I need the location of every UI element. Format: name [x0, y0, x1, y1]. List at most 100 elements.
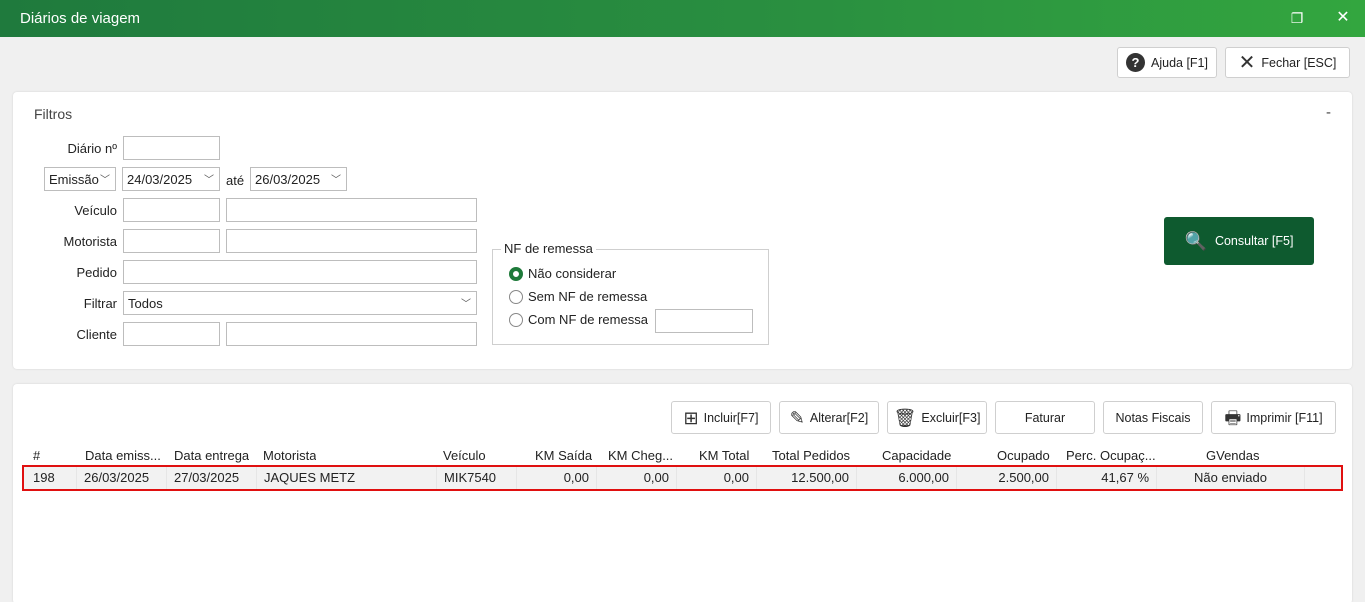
results-panel: ⊞ Incluir[F7] ✎ Alterar[F2] 🗑 Excluir[F3…	[13, 384, 1352, 602]
column-header[interactable]: Ocupado	[997, 448, 1050, 463]
cliente-label: Cliente	[76, 327, 117, 342]
radio-unchecked-icon	[509, 312, 523, 327]
consultar-label: Consultar [F5]	[1214, 234, 1294, 248]
table-header: # Data emiss... Data entrega Motorista V…	[13, 448, 1352, 464]
table-row[interactable]: 198 26/03/2025 27/03/2025 JAQUES METZ MI…	[22, 465, 1343, 491]
alterar-label: Alterar[F2]	[809, 410, 869, 425]
collapse-icon[interactable]: -	[1326, 104, 1331, 121]
filtrar-value: Todos	[128, 296, 163, 311]
date-type-value: Emissão	[49, 172, 99, 187]
close-window-icon[interactable]: ✕	[1333, 8, 1353, 28]
faturar-button[interactable]: Faturar	[995, 401, 1095, 434]
radio-label: Sem NF de remessa	[528, 289, 648, 304]
notas-fiscais-label: Notas Fiscais	[1115, 410, 1191, 425]
faturar-label: Faturar	[1024, 410, 1066, 425]
notas-fiscais-button[interactable]: Notas Fiscais	[1103, 401, 1203, 434]
close-button-label: Fechar [ESC]	[1261, 55, 1337, 70]
cell-gvendas: Não enviado	[1157, 467, 1305, 489]
search-icon: 🔍	[1184, 230, 1207, 251]
chevron-down-icon: ﹀	[204, 175, 214, 186]
veiculo-label: Veículo	[74, 203, 117, 218]
radio-nao-considerar[interactable]: Não considerar	[509, 266, 616, 281]
column-header[interactable]: Motorista	[263, 448, 316, 463]
motorista-code-input[interactable]	[123, 229, 220, 253]
date-from-value: 24/03/2025	[127, 172, 193, 187]
imprimir-button[interactable]: 🖶 Imprimir [F11]	[1211, 401, 1336, 434]
date-to-value: 26/03/2025	[255, 172, 321, 187]
radio-com-nf[interactable]: Com NF de remessa	[509, 312, 648, 327]
date-from-select[interactable]: 24/03/2025 ﹀	[122, 167, 220, 191]
edit-icon: ✎	[789, 407, 805, 428]
veiculo-code-input[interactable]	[123, 198, 220, 222]
motorista-name-input[interactable]	[226, 229, 477, 253]
incluir-label: Incluir[F7]	[703, 410, 759, 425]
column-header[interactable]: KM Cheg...	[608, 448, 675, 463]
trash-icon: 🗑	[893, 407, 917, 428]
cell-motorista: JAQUES METZ	[257, 467, 437, 489]
filtrar-label: Filtrar	[83, 296, 117, 311]
printer-icon: 🖶	[1224, 407, 1242, 428]
com-nf-input[interactable]	[655, 309, 753, 333]
consultar-button[interactable]: 🔍 Consultar [F5]	[1164, 217, 1314, 265]
ate-label: até	[226, 173, 245, 188]
diario-input[interactable]	[123, 136, 220, 160]
date-type-select[interactable]: Emissão ﹀	[44, 167, 116, 191]
date-to-select[interactable]: 26/03/2025 ﹀	[250, 167, 347, 191]
radio-checked-icon	[509, 266, 523, 281]
column-header[interactable]: Veículo	[443, 448, 486, 463]
filtrar-select[interactable]: Todos ﹀	[123, 291, 477, 315]
pedido-input[interactable]	[123, 260, 477, 284]
radio-label: Não considerar	[528, 266, 617, 281]
cell-veiculo: MIK7540	[437, 467, 517, 489]
filters-panel: Filtros - Diário nº Emissão ﹀ 24/03/2025…	[13, 92, 1352, 369]
column-header[interactable]: GVendas	[1206, 448, 1260, 463]
title-bar: Diários de viagem ❐ ✕	[0, 0, 1365, 37]
diario-label: Diário nº	[67, 141, 117, 156]
restore-icon[interactable]: ❐	[1287, 8, 1307, 28]
incluir-button[interactable]: ⊞ Incluir[F7]	[671, 401, 771, 434]
excluir-label: Excluir[F3]	[921, 410, 981, 425]
motorista-label: Motorista	[63, 234, 117, 249]
close-icon: ✕	[1238, 51, 1256, 74]
cliente-code-input[interactable]	[123, 322, 220, 346]
cell-entrega: 27/03/2025	[167, 467, 257, 489]
column-header[interactable]: KM Total	[699, 448, 749, 463]
window-title: Diários de viagem	[20, 10, 141, 27]
cell-perc: 41,67 %	[1057, 467, 1157, 489]
column-header[interactable]: KM Saída	[535, 448, 592, 463]
column-header[interactable]: #	[33, 448, 40, 463]
column-header[interactable]: Capacidade	[882, 448, 951, 463]
radio-sem-nf[interactable]: Sem NF de remessa	[509, 289, 647, 304]
help-button[interactable]: ? Ajuda [F1]	[1117, 47, 1217, 78]
column-header[interactable]: Perc. Ocupaç...	[1066, 448, 1156, 463]
cell-total-pedidos: 12.500,00	[757, 467, 857, 489]
excluir-button[interactable]: 🗑 Excluir[F3]	[887, 401, 987, 434]
radio-label: Com NF de remessa	[528, 312, 648, 327]
chevron-down-icon: ﹀	[100, 175, 110, 186]
nf-remessa-legend: NF de remessa	[501, 241, 596, 256]
close-button[interactable]: ✕ Fechar [ESC]	[1225, 47, 1350, 78]
veiculo-name-input[interactable]	[226, 198, 477, 222]
column-header[interactable]: Data entrega	[174, 448, 249, 463]
nf-remessa-group: NF de remessa Não considerar Sem NF de r…	[492, 241, 769, 345]
cliente-name-input[interactable]	[226, 322, 477, 346]
add-icon: ⊞	[683, 407, 699, 428]
column-header[interactable]: Data emiss...	[85, 448, 163, 463]
pedido-label: Pedido	[76, 265, 117, 280]
column-header[interactable]: Total Pedidos	[772, 448, 850, 463]
help-button-label: Ajuda [F1]	[1151, 55, 1208, 70]
filters-title: Filtros	[34, 106, 73, 122]
alterar-button[interactable]: ✎ Alterar[F2]	[779, 401, 879, 434]
cell-km-saida: 0,00	[517, 467, 597, 489]
cell-emissao: 26/03/2025	[77, 467, 167, 489]
chevron-down-icon: ﹀	[331, 175, 341, 186]
imprimir-label: Imprimir [F11]	[1246, 410, 1323, 425]
cell-num: 198	[24, 467, 77, 489]
chevron-down-icon: ﹀	[461, 299, 471, 310]
cell-km-total: 0,00	[677, 467, 757, 489]
cell-km-chegada: 0,00	[597, 467, 677, 489]
radio-unchecked-icon	[509, 289, 523, 304]
help-icon: ?	[1126, 53, 1145, 72]
cell-capacidade: 6.000,00	[857, 467, 957, 489]
cell-ocupado: 2.500,00	[957, 467, 1057, 489]
